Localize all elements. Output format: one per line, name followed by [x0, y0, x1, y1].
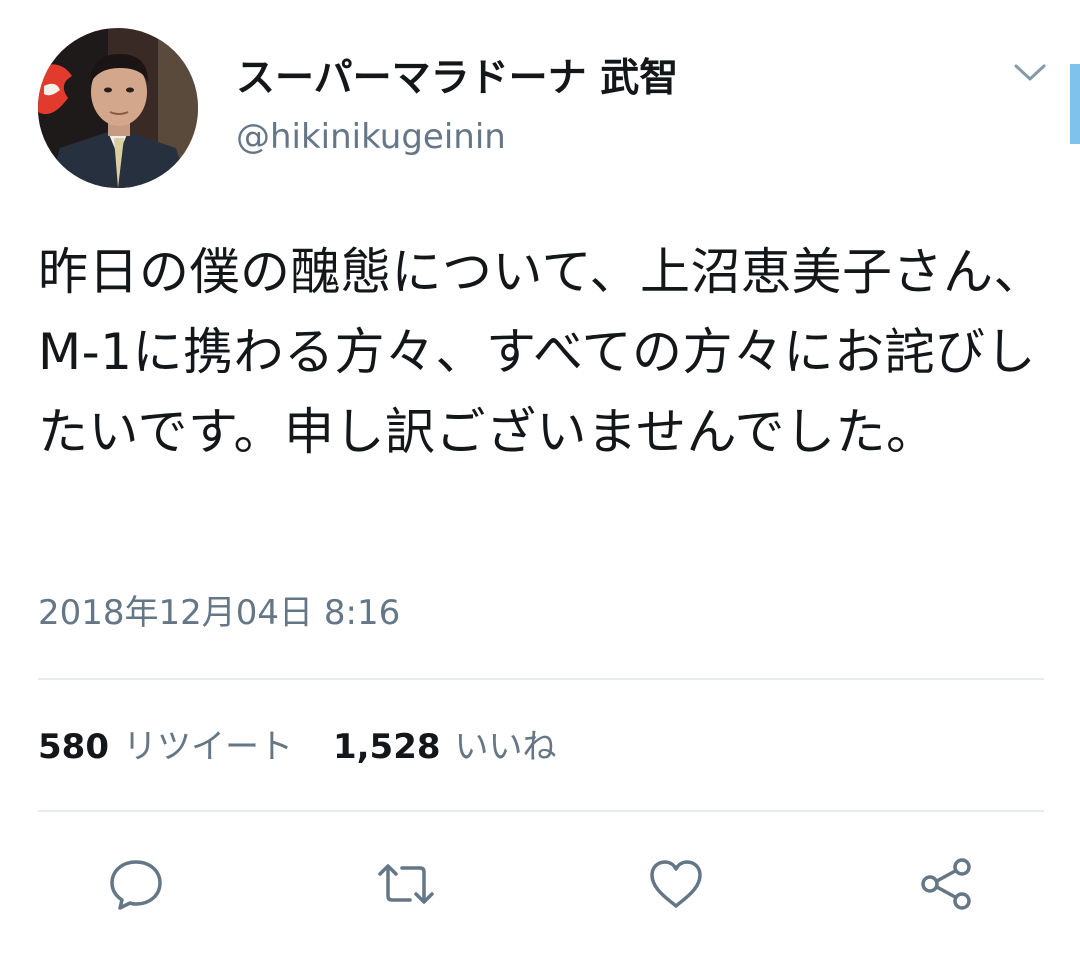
tweet-text: 昨日の僕の醜態について、上沼恵美子さん、 M-1に携わる方々、すべての方々にお詫… — [38, 243, 1061, 461]
share-button[interactable] — [910, 848, 982, 920]
retweet-stat[interactable]: 580 リツイート — [38, 720, 293, 774]
user-handle[interactable]: @hikinikugeinin — [236, 112, 678, 162]
divider — [38, 678, 1044, 680]
like-stat[interactable]: 1,528 いいね — [333, 720, 557, 774]
like-button[interactable] — [640, 848, 712, 920]
heart-icon — [650, 860, 702, 908]
retweet-count: 580 — [38, 727, 109, 767]
retweet-button[interactable] — [370, 848, 442, 920]
share-nodes-icon — [921, 858, 971, 910]
action-bar — [0, 848, 1080, 920]
user-info[interactable]: スーパーマラドーナ 武智 @hikinikugeinin — [236, 50, 678, 162]
reply-button[interactable] — [100, 848, 172, 920]
profile-photo — [38, 28, 198, 188]
retweet-label: リツイート — [122, 727, 293, 767]
chevron-down-icon — [1014, 64, 1046, 81]
tweet-detail: スーパーマラドーナ 武智 @hikinikugeinin 昨日の僕の醜態について… — [0, 0, 1080, 954]
like-label: いいね — [454, 727, 557, 767]
display-name[interactable]: スーパーマラドーナ 武智 — [236, 50, 678, 108]
retweet-arrows-icon — [378, 864, 434, 904]
tweet-timestamp[interactable]: 2018年12月04日 8:16 — [38, 588, 400, 638]
speech-bubble-icon — [110, 860, 162, 910]
like-count: 1,528 — [332, 727, 441, 767]
scroll-indicator[interactable] — [1070, 64, 1080, 144]
avatar[interactable] — [38, 28, 198, 188]
tweet-menu-button[interactable] — [1006, 54, 1054, 92]
divider — [38, 810, 1044, 812]
engagement-stats: 580 リツイート 1,528 いいね — [38, 720, 597, 774]
